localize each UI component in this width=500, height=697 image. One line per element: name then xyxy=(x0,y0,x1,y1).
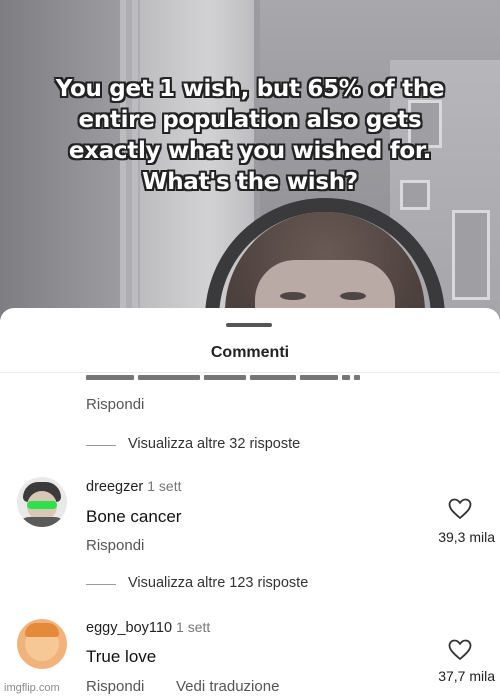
see-translation-button[interactable]: Vedi traduzione xyxy=(176,678,279,695)
view-more-replies-button[interactable]: Visualizza altre 32 risposte xyxy=(128,436,300,452)
heart-icon[interactable] xyxy=(448,639,472,661)
divider xyxy=(0,372,500,373)
view-more-line xyxy=(86,584,116,585)
like-count: 37,7 mila xyxy=(438,668,495,684)
reply-button[interactable]: Rispondi xyxy=(86,537,144,554)
comment-text: Bone cancer xyxy=(86,507,182,526)
caption-line: You get 1 wish, but 65% of the xyxy=(55,76,445,102)
like-count: 39,3 mila xyxy=(438,529,495,545)
picture-frame xyxy=(452,210,490,300)
person-eye xyxy=(340,292,366,300)
comment-time: 1 sett xyxy=(147,478,182,494)
avatar-baby-face-icon[interactable] xyxy=(17,619,67,669)
drag-handle[interactable] xyxy=(226,323,272,327)
video-frame: You get 1 wish, but 65% of the entire po… xyxy=(0,0,500,320)
avatar-green-glasses-icon[interactable] xyxy=(17,477,67,527)
comment-time: 1 sett xyxy=(176,619,211,635)
caption-line: What's the wish? xyxy=(142,169,358,195)
view-more-line xyxy=(86,445,116,446)
comment-header: dreegzer 1 sett xyxy=(86,478,181,496)
caption-line: entire population also gets xyxy=(78,107,422,133)
video-caption: You get 1 wish, but 65% of the entire po… xyxy=(0,74,500,198)
cut-off-comment-text xyxy=(86,375,396,383)
comment-text: True love xyxy=(86,647,157,666)
comment-username[interactable]: eggy_boy110 xyxy=(86,620,172,636)
imgflip-watermark: imgflip.com xyxy=(4,682,60,694)
comment-username[interactable]: dreegzer xyxy=(86,479,143,495)
comments-sheet: Commenti Rispondi Visualizza altre 32 ri… xyxy=(0,308,500,697)
caption-line: exactly what you wished for. xyxy=(68,138,432,164)
comment-header: eggy_boy110 1 sett xyxy=(86,619,210,637)
person-eye xyxy=(280,292,306,300)
reply-button[interactable]: Rispondi xyxy=(86,678,144,695)
sheet-title: Commenti xyxy=(210,344,290,361)
reply-button[interactable]: Rispondi xyxy=(86,396,144,413)
view-more-replies-button[interactable]: Visualizza altre 123 risposte xyxy=(128,575,308,591)
heart-icon[interactable] xyxy=(448,498,472,520)
